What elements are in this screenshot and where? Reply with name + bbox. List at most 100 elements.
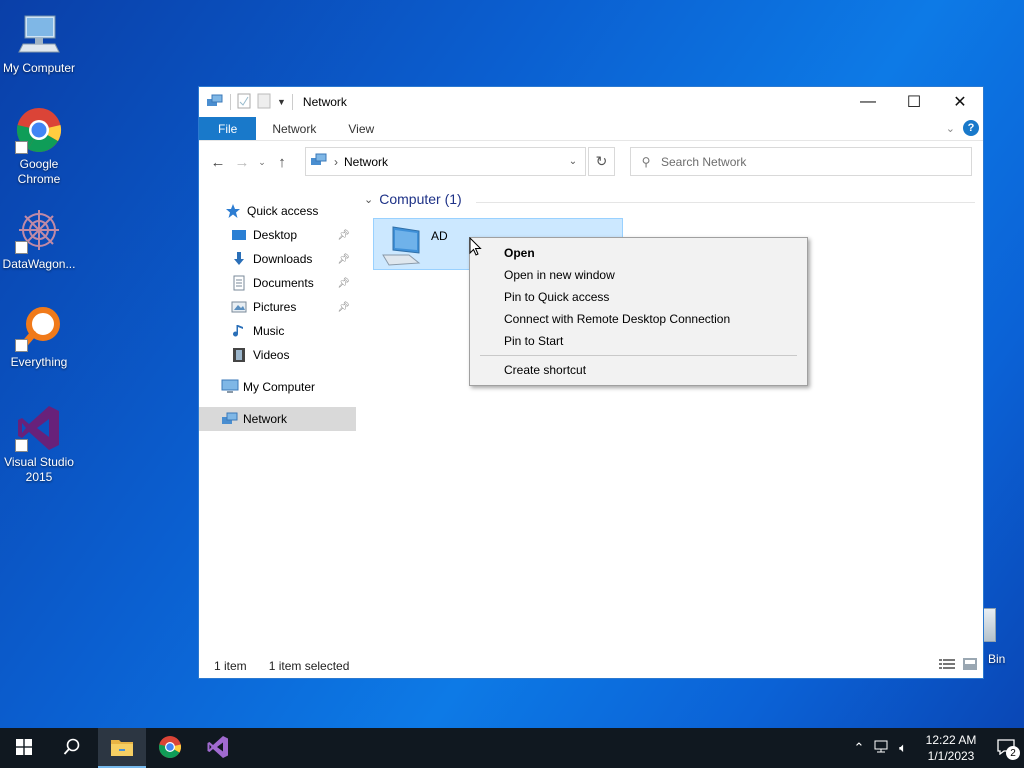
up-arrow-icon[interactable]: ↑ [270,154,294,171]
search-button[interactable] [48,728,96,768]
folder-icon [110,737,134,760]
menu-item-create-shortcut[interactable]: Create shortcut [470,359,807,381]
network-item-label: AD [431,229,448,243]
everything-search-icon [15,304,63,352]
menu-item-pin-to-quick-access[interactable]: Pin to Quick access [470,286,807,308]
menu-item-connect-remote-desktop[interactable]: Connect with Remote Desktop Connection [470,308,807,330]
status-selection: 1 item selected [268,659,350,673]
breadcrumb-chevron-icon[interactable]: › [334,155,338,169]
sidebar-item-downloads[interactable]: Downloads 📌︎ [199,247,356,271]
menu-item-pin-to-start[interactable]: Pin to Start [470,330,807,352]
shortcut-arrow-icon [15,241,28,254]
breadcrumb-network[interactable]: Network [344,155,388,169]
shortcut-arrow-icon [15,339,28,352]
close-button[interactable]: ✕ [937,87,983,117]
shortcut-arrow-icon [15,439,28,452]
group-header-label: Computer (1) [379,191,462,207]
sidebar-item-pictures[interactable]: Pictures 📌︎ [199,295,356,319]
computer-icon [379,223,425,270]
visual-studio-button[interactable] [194,728,242,768]
tab-file[interactable]: File [199,117,257,140]
help-button[interactable]: ? [963,120,979,136]
desktop-icon-label: Everything [10,355,68,369]
menu-item-open-in-new-window[interactable]: Open in new window [470,264,807,286]
title-bar[interactable]: ▼ Network — ☐ ✕ [199,87,983,117]
refresh-button[interactable]: ↻ [588,147,615,176]
windows-logo-icon [16,738,32,758]
desktop-icon-label: Google Chrome [17,157,61,186]
clock-time: 12:22 AM [925,733,977,747]
desktop-icon-datawagon[interactable]: DataWagon... [0,206,78,272]
desktop-icon-my-computer[interactable]: My Computer [0,10,78,76]
clock-date: 1/1/2023 [927,749,975,763]
search-input[interactable]: Search Network [661,155,746,169]
visual-studio-icon [15,404,63,452]
sidebar-item-videos[interactable]: Videos [199,343,356,367]
tab-network[interactable]: Network [256,117,332,140]
sidebar-item-quick-access[interactable]: Quick access [199,199,356,223]
ribbon-tabs: File Network View ⌄ ? [199,117,983,141]
pin-icon[interactable]: 📌︎ [337,278,350,289]
sidebar-item-label: My Computer [243,380,316,394]
file-explorer-button[interactable] [98,728,146,768]
toolbar-separator [230,94,231,110]
desktop-icon-visual-studio[interactable]: Visual Studio 2015 [0,404,78,485]
address-dropdown-icon[interactable]: ⌄ [561,148,585,175]
visual-studio-icon [206,735,230,762]
tab-view[interactable]: View [332,117,390,140]
large-icons-view-icon[interactable] [963,658,977,673]
maximize-button[interactable]: ☐ [891,87,937,117]
group-header-computer[interactable]: ⌄ Computer (1) [364,191,462,207]
volume-icon[interactable]: 🔈︎ [892,740,914,756]
pin-icon[interactable]: 📌︎ [337,302,350,313]
expand-ribbon-chevron-icon[interactable]: ⌄ [946,122,955,135]
new-folder-icon[interactable] [257,93,271,112]
collapse-chevron-icon[interactable]: ⌄ [364,193,373,206]
address-bar[interactable]: › Network ⌄ [305,147,586,176]
details-view-icon[interactable] [939,658,955,673]
sidebar-item-label: Videos [253,348,290,362]
computer-icon [15,10,63,58]
desktop-folder-icon [231,227,247,243]
pin-icon[interactable]: 📌︎ [337,230,350,241]
window-title: Network [302,95,347,109]
datawagon-icon [15,206,63,254]
context-menu: Open Open in new window Pin to Quick acc… [469,237,808,386]
sidebar-item-label: Documents [253,276,314,290]
search-box[interactable]: ⚲ Search Network [630,147,972,176]
action-center-button[interactable]: 2 [988,728,1024,768]
minimize-button[interactable]: — [845,87,891,117]
start-button[interactable] [0,728,48,768]
sidebar-item-label: Pictures [253,300,297,314]
network-status-icon[interactable] [870,740,892,757]
sidebar-item-my-computer[interactable]: My Computer [199,375,356,399]
view-switcher [939,658,977,673]
sidebar-item-label: Quick access [247,204,319,218]
chrome-button[interactable] [146,728,194,768]
desktop-icon-everything[interactable]: Everything [0,304,78,370]
pin-icon[interactable]: 📌︎ [337,254,350,265]
sidebar-item-desktop[interactable]: Desktop 📌︎ [199,223,356,247]
properties-icon[interactable] [237,93,251,112]
videos-icon [231,347,247,363]
music-icon [231,323,247,339]
forward-arrow-icon[interactable]: → [230,154,254,171]
recent-locations-chevron-icon[interactable]: ⌄ [254,157,270,168]
chrome-icon [15,106,63,154]
computer-icon [221,379,239,395]
show-hidden-icons-chevron-icon[interactable]: ⌃ [848,740,870,756]
back-arrow-icon[interactable]: ← [206,154,230,171]
sidebar-item-label: Network [243,412,288,426]
menu-item-open[interactable]: Open [470,242,807,264]
search-icon: ⚲ [641,154,651,169]
group-divider [476,202,975,203]
customize-toolbar-dropdown-icon[interactable]: ▼ [277,97,286,107]
desktop-icon-label: DataWagon... [2,257,76,271]
sidebar-item-documents[interactable]: Documents 📌︎ [199,271,356,295]
sidebar-item-music[interactable]: Music [199,319,356,343]
downloads-icon [231,251,247,267]
sidebar-item-network[interactable]: Network [199,407,356,431]
pictures-icon [231,299,247,315]
taskbar-clock[interactable]: 12:22 AM 1/1/2023 [914,732,988,764]
desktop-icon-google-chrome[interactable]: Google Chrome [0,106,78,187]
